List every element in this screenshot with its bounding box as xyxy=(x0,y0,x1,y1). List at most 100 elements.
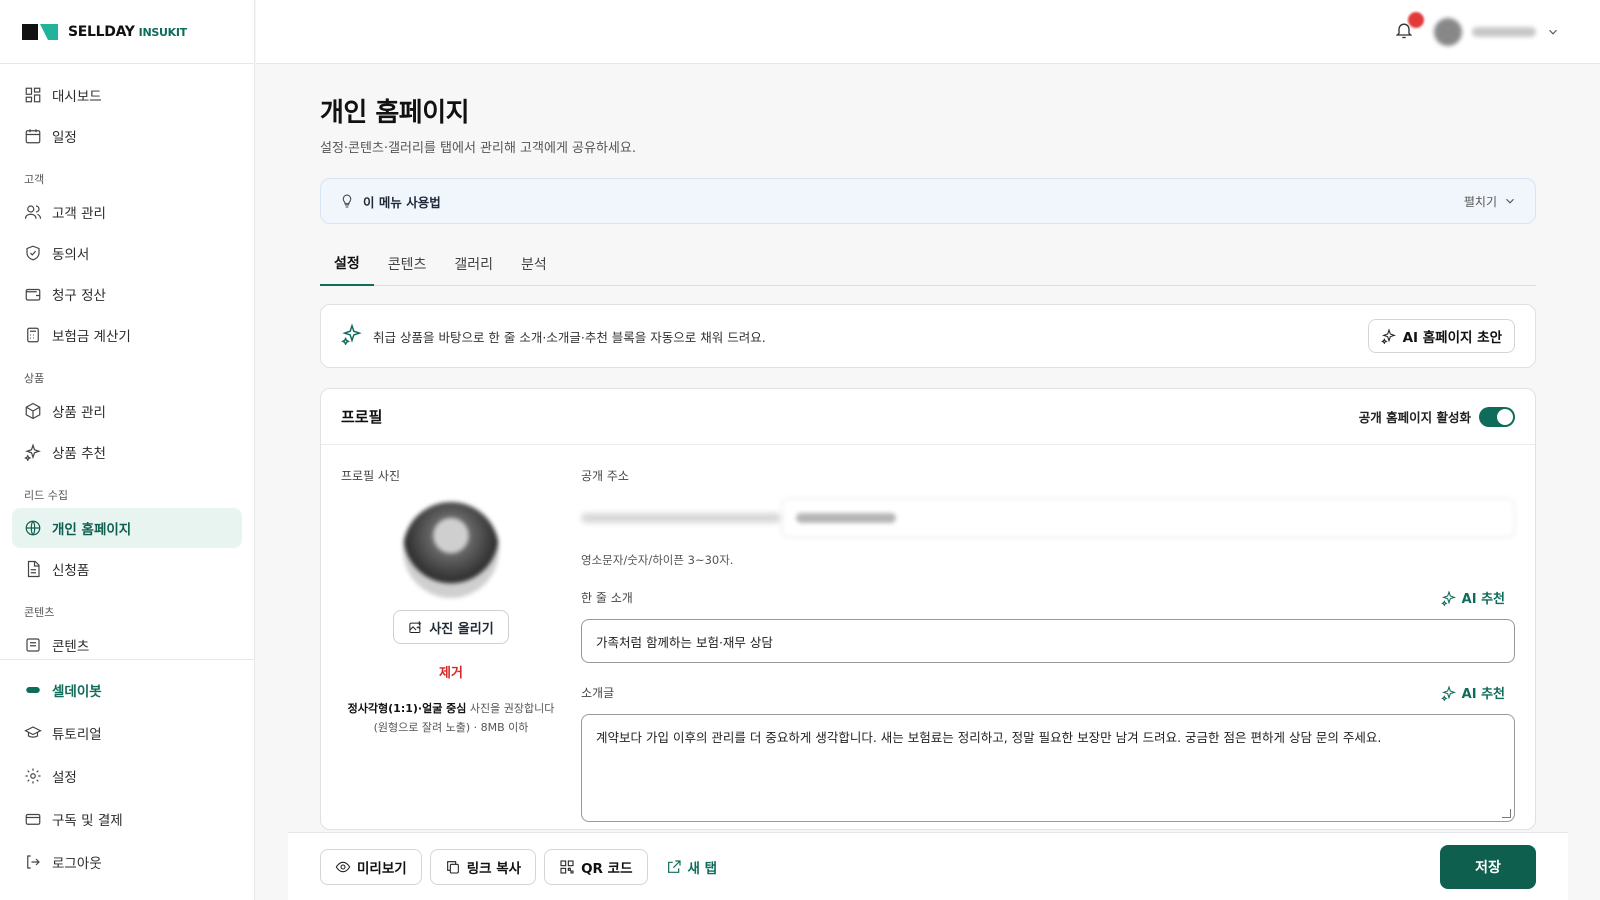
copy-link-label: 링크 복사 xyxy=(466,860,522,877)
sidebar-item-label: 대시보드 xyxy=(52,89,102,105)
sparkle-icon xyxy=(1440,589,1456,606)
qr-code-button[interactable]: QR 코드 xyxy=(544,848,648,885)
notification-button[interactable] xyxy=(1394,12,1424,44)
tabs: 설정 콘텐츠 갤러리 분석 xyxy=(320,242,1536,286)
dashboard-icon xyxy=(25,87,41,103)
url-prefix xyxy=(581,513,781,523)
sidebar-item-consent[interactable]: 동의서 xyxy=(12,233,242,273)
sidebar-item-label: 보험금 계산기 xyxy=(52,329,131,345)
box-icon xyxy=(25,402,41,420)
url-help: 영소문자/숫자/하이픈 3~30자. xyxy=(581,553,734,567)
sidebar-item-label: 콘텐츠 xyxy=(52,639,90,655)
sidebar-item-label: 상품 추천 xyxy=(52,446,106,462)
sidebar-item-recommend[interactable]: 상품 추천 xyxy=(12,432,242,472)
sidebar-item-bot[interactable]: 셀데이봇 xyxy=(12,669,242,711)
intro-label: 소개글 xyxy=(581,686,615,700)
help-expand-toggle[interactable]: 펼치기 xyxy=(1464,193,1517,210)
notification-badge xyxy=(1408,12,1424,28)
copy-icon xyxy=(446,860,459,874)
sidebar-item-dashboard[interactable]: 대시보드 xyxy=(12,75,242,115)
sidebar-item-label: 튜토리얼 xyxy=(52,727,102,743)
sidebar-item-label: 상품 관리 xyxy=(52,405,106,421)
sidebar-item-label: 일정 xyxy=(52,130,77,146)
eye-icon xyxy=(335,861,351,872)
tab-gallery[interactable]: 갤러리 xyxy=(440,242,507,286)
public-toggle-label: 공개 홈페이지 활성화 xyxy=(1358,410,1471,425)
help-title: 이 메뉴 사용법 xyxy=(363,194,441,210)
tab-content[interactable]: 콘텐츠 xyxy=(374,242,441,286)
sidebar-item-billing[interactable]: 구독 및 결제 xyxy=(12,798,242,840)
logout-icon xyxy=(27,855,40,869)
sidebar-item-logout[interactable]: 로그아웃 xyxy=(12,841,242,883)
sidebar-item-calculator[interactable]: 보험금 계산기 xyxy=(12,315,242,355)
sparkle-icon xyxy=(24,443,41,461)
sidebar-item-content[interactable]: 콘텐츠 xyxy=(12,625,242,659)
ai-banner: 취급 상품을 바탕으로 한 줄 소개·소개글·추천 블록을 자동으로 채워 드려… xyxy=(320,304,1536,368)
tab-settings[interactable]: 설정 xyxy=(320,242,374,286)
user-menu[interactable] xyxy=(1434,18,1560,46)
sidebar-item-tutorial[interactable]: 튜토리얼 xyxy=(12,712,242,754)
file-icon xyxy=(27,560,40,578)
new-tab-label: 새 탭 xyxy=(687,860,718,877)
sidebar-item-forms[interactable]: 신청폼 xyxy=(12,549,242,589)
topbar xyxy=(256,0,1600,64)
chevron-down-icon xyxy=(1549,29,1557,35)
globe-icon xyxy=(25,520,41,536)
chevron-down-icon xyxy=(1506,198,1514,204)
avatar xyxy=(1434,18,1462,46)
page-subtitle: 설정·콘텐츠·갤러리를 탭에서 관리해 고객에게 공유하세요. xyxy=(320,141,636,156)
photo-hint-strong: 정사각형(1:1)·얼굴 중심 xyxy=(347,702,467,715)
graduation-icon xyxy=(24,726,42,738)
sidebar-item-label: 설정 xyxy=(52,770,77,786)
upload-photo-label: 사진 올리기 xyxy=(429,621,494,637)
public-homepage-toggle[interactable] xyxy=(1479,406,1515,427)
url-label: 공개 주소 xyxy=(581,469,629,483)
bot-icon xyxy=(26,687,40,693)
help-panel[interactable]: 이 메뉴 사용법 펼치기 xyxy=(320,178,1536,224)
ai-recommend-label: AI 추천 xyxy=(1461,592,1505,607)
intro-textarea[interactable]: 계약보다 가입 이후의 관리를 더 중요하게 생각합니다. 새는 보험료는 정리… xyxy=(581,714,1515,822)
tab-analytics[interactable]: 분석 xyxy=(507,242,561,286)
sidebar-section-customer: 고객 xyxy=(24,173,45,186)
photo-label: 프로필 사진 xyxy=(341,469,401,483)
sidebar-nav: 대시보드 일정 고객 고객 관리 동의서 청구 정산 보험금 계산기 상품 상품… xyxy=(0,64,254,660)
shield-check-icon xyxy=(26,245,40,261)
sidebar-item-settings[interactable]: 설정 xyxy=(12,755,242,797)
sidebar-item-label: 고객 관리 xyxy=(52,206,106,222)
profile-card-header: 프로필 공개 홈페이지 활성화 xyxy=(321,389,1535,445)
profile-title: 프로필 xyxy=(341,408,383,426)
wallet-icon xyxy=(25,288,41,301)
sidebar: SELLDAY INSUKIT 대시보드 일정 고객 고객 관리 동의서 청구 정… xyxy=(0,0,255,900)
tagline-ai-recommend-button[interactable]: AI 추천 xyxy=(1440,588,1505,607)
brand-name: SELLDAY xyxy=(68,23,135,40)
sidebar-item-label: 신청폼 xyxy=(52,563,90,579)
sparkle-icon xyxy=(341,323,363,349)
users-icon xyxy=(24,205,42,219)
photo-hint-rest: 사진을 권장합니다 xyxy=(466,702,555,715)
sidebar-item-products[interactable]: 상품 관리 xyxy=(12,391,242,431)
preview-button[interactable]: 미리보기 xyxy=(320,848,422,885)
sidebar-item-schedule[interactable]: 일정 xyxy=(12,116,242,156)
url-slug-input[interactable] xyxy=(781,498,1515,538)
save-button[interactable]: 저장 xyxy=(1440,844,1536,889)
action-bar: 미리보기 링크 복사 QR 코드 새 탭 저장 xyxy=(288,832,1568,900)
profile-card-body: 프로필 사진 사진 올리기 제거 정사각형(1:1)·얼굴 중심 사진을 권장합… xyxy=(321,445,1535,822)
logo[interactable]: SELLDAY INSUKIT xyxy=(0,0,254,64)
url-row xyxy=(581,498,1515,538)
ai-banner-text: 취급 상품을 바탕으로 한 줄 소개·소개글·추천 블록을 자동으로 채워 드려… xyxy=(373,329,766,345)
user-name xyxy=(1472,27,1536,37)
sidebar-item-homepage[interactable]: 개인 홈페이지 xyxy=(12,508,242,548)
remove-photo-button[interactable]: 제거 xyxy=(341,662,561,681)
new-tab-link[interactable]: 새 탭 xyxy=(666,857,718,877)
tagline-input[interactable]: 가족처럼 함께하는 보험·재무 상담 xyxy=(581,619,1515,663)
ai-draft-button[interactable]: AI 홈페이지 초안 xyxy=(1367,319,1515,353)
help-toggle-label: 펼치기 xyxy=(1463,194,1497,209)
sidebar-item-customers[interactable]: 고객 관리 xyxy=(12,192,242,232)
image-upload-icon xyxy=(409,620,422,633)
sidebar-item-label: 개인 홈페이지 xyxy=(52,522,132,538)
sidebar-item-claims[interactable]: 청구 정산 xyxy=(12,274,242,314)
upload-photo-button[interactable]: 사진 올리기 xyxy=(393,610,509,644)
copy-link-button[interactable]: 링크 복사 xyxy=(429,848,537,885)
card-icon xyxy=(25,813,41,825)
intro-ai-recommend-button[interactable]: AI 추천 xyxy=(1440,683,1505,702)
